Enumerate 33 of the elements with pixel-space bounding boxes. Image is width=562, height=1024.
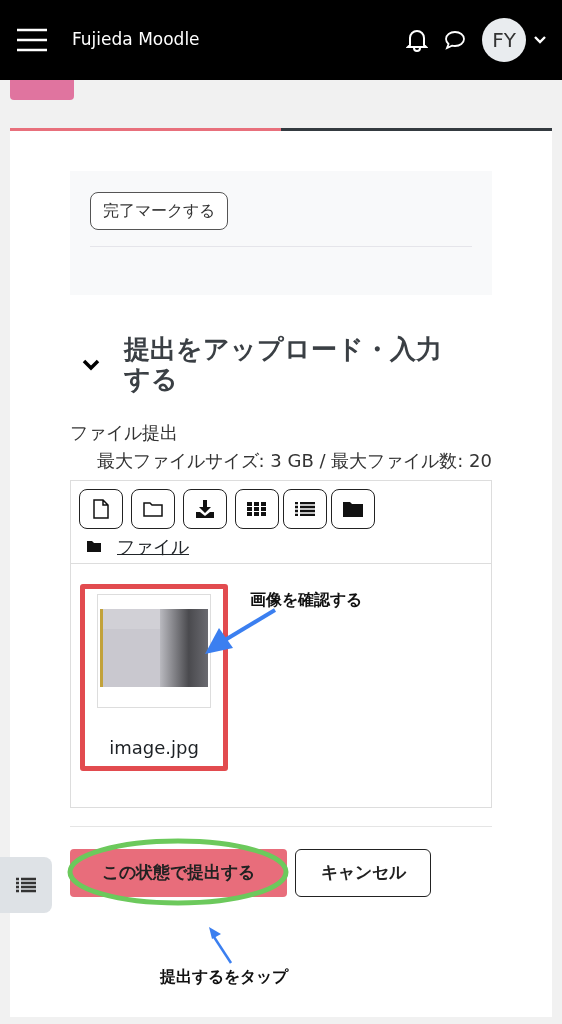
list-icon [16,877,36,893]
folder-icon [143,501,163,518]
new-folder-button[interactable] [131,488,175,529]
annotation-text: 画像を確認する [250,588,362,611]
file-icon [93,499,109,520]
list-icon [295,502,315,517]
file-tile[interactable]: image.jpg [80,583,228,771]
mark-complete-button[interactable]: 完了マークする [90,192,228,230]
site-name[interactable]: Fujieda Moodle [72,27,200,53]
bell-icon[interactable] [406,28,428,52]
tree-view-button[interactable] [331,488,375,529]
section-heading: 提出をアップロード・入力する [124,335,443,395]
grid-icon [247,502,267,517]
user-avatar[interactable]: FY [482,18,526,62]
folder-icon [87,540,101,552]
cancel-button[interactable]: キャンセル [295,848,431,897]
download-button[interactable] [183,488,227,529]
add-file-button[interactable] [79,488,123,529]
file-name: image.jpg [109,735,199,760]
submit-button[interactable]: この状態で提出する [70,848,287,897]
chat-icon[interactable] [444,30,466,50]
download-icon [195,500,215,519]
field-label: ファイル提出 [70,420,179,445]
list-view-button[interactable] [283,488,327,529]
folder-icon [343,501,363,518]
file-limits: 最大ファイルサイズ: 3 GB / 最大ファイル数: 20 [95,448,492,473]
folder-path-link[interactable]: ファイル [117,532,189,560]
chevron-icon[interactable] [82,358,100,371]
grid-view-button[interactable] [235,488,279,529]
menu-icon[interactable] [16,28,48,52]
annotation-text: 提出するをタップ [160,966,288,988]
drawer-toggle-button[interactable] [0,857,52,913]
chevron-down-icon[interactable] [534,36,546,44]
